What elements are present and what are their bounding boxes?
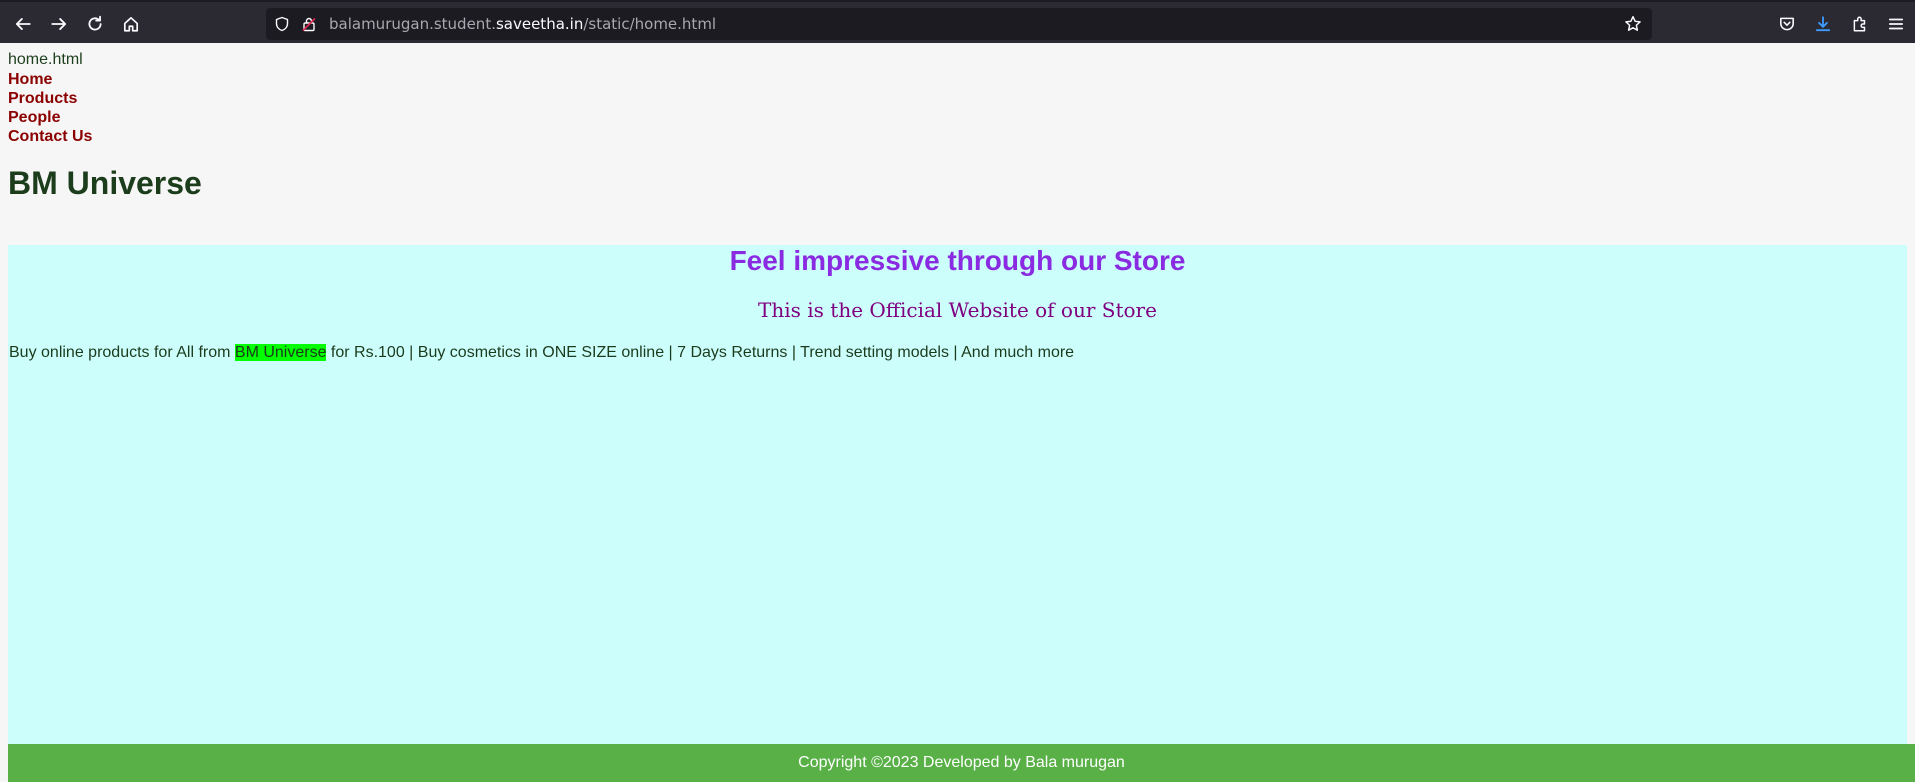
browser-toolbar: balamurugan.student.saveetha.in/static/h… bbox=[0, 0, 1915, 43]
shield-icon[interactable] bbox=[274, 16, 290, 32]
reload-icon bbox=[88, 15, 102, 31]
footer-copyright: Copyright ©2023 Developed by Bala muruga… bbox=[798, 754, 1125, 771]
promo-highlight: BM Universe bbox=[234, 344, 327, 361]
url-path: /static/home.html bbox=[583, 15, 717, 33]
promo-text: Buy online products for All from BM Univ… bbox=[9, 344, 1074, 362]
star-icon[interactable] bbox=[1624, 15, 1642, 33]
nav-link-contact-us[interactable]: Contact Us bbox=[8, 127, 92, 146]
back-button[interactable] bbox=[9, 10, 37, 38]
page-label: home.html bbox=[8, 51, 83, 68]
home-button[interactable] bbox=[117, 10, 145, 38]
promo-text-start: Buy online products for All from bbox=[9, 344, 235, 361]
home-icon bbox=[123, 16, 139, 32]
site-nav: Home Products People Contact Us bbox=[8, 70, 92, 146]
menu-icon bbox=[1888, 18, 1904, 30]
address-bar[interactable]: balamurugan.student.saveetha.in/static/h… bbox=[266, 8, 1652, 40]
url-domain: saveetha.in bbox=[495, 15, 584, 33]
forward-arrow-icon bbox=[51, 18, 67, 30]
extensions-icon bbox=[1853, 16, 1866, 32]
promo-text-end: for Rs.100 | Buy cosmetics in ONE SIZE o… bbox=[326, 344, 1075, 361]
headline: Feel impressive through our Store bbox=[729, 245, 1186, 276]
forward-button[interactable] bbox=[45, 10, 73, 38]
reload-button[interactable] bbox=[81, 10, 109, 38]
nav-link-products[interactable]: Products bbox=[8, 89, 92, 108]
download-icon bbox=[1815, 16, 1831, 32]
nav-link-home[interactable]: Home bbox=[8, 70, 92, 89]
pocket-icon bbox=[1780, 17, 1794, 31]
back-arrow-icon bbox=[15, 18, 31, 30]
subheadline: This is the Official Website of our Stor… bbox=[758, 298, 1157, 322]
url-prefix: balamurugan.student. bbox=[329, 15, 496, 33]
menu-button[interactable] bbox=[1882, 10, 1910, 38]
lock-icon[interactable] bbox=[301, 16, 317, 32]
url-text: balamurugan.student.saveetha.in/static/h… bbox=[329, 15, 716, 33]
downloads-button[interactable] bbox=[1809, 10, 1837, 38]
pocket-button[interactable] bbox=[1773, 10, 1801, 38]
nav-link-people[interactable]: People bbox=[8, 108, 92, 127]
site-title: BM Universe bbox=[8, 165, 202, 201]
footer: Copyright ©2023 Developed by Bala muruga… bbox=[8, 744, 1915, 782]
extensions-button[interactable] bbox=[1846, 10, 1874, 38]
